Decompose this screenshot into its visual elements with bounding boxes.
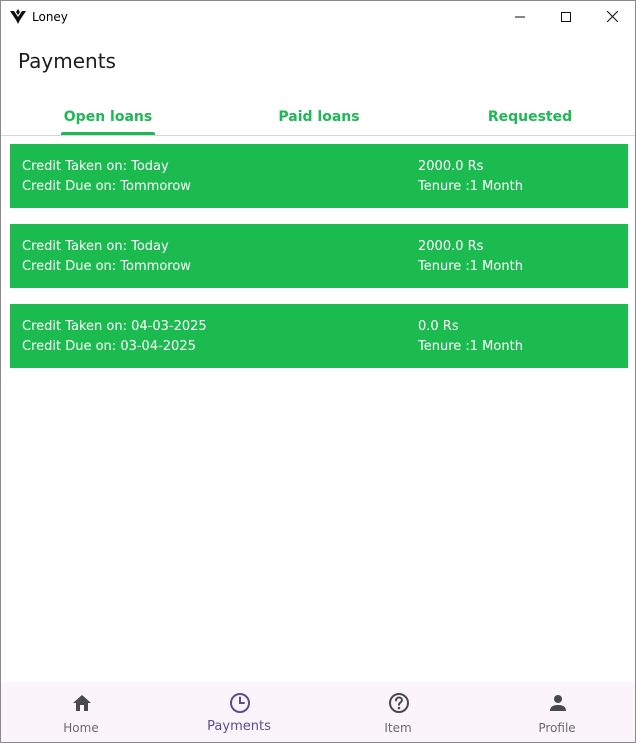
nav-item-payments[interactable]: Payments: [160, 682, 318, 742]
nav-label-home: Home: [63, 721, 99, 735]
app-window: Loney Payments Open loans Paid loans Req…: [0, 0, 636, 743]
person-icon: [547, 692, 569, 714]
loan-card[interactable]: Credit Taken on: Today Credit Due on: To…: [10, 144, 628, 208]
window-controls: [497, 1, 635, 32]
nav-label-item: Item: [384, 721, 412, 735]
nav-item-item[interactable]: Item: [319, 682, 477, 742]
credit-taken-text: Credit Taken on: 04-03-2025: [22, 319, 207, 334]
tab-requested[interactable]: Requested: [481, 98, 579, 135]
loan-list: Credit Taken on: Today Credit Due on: To…: [10, 144, 628, 384]
minimize-button[interactable]: [497, 1, 543, 32]
loan-amount-text: 2000.0 Rs: [418, 239, 484, 254]
loan-amount-text: 0.0 Rs: [418, 319, 459, 334]
loan-tabs: Open loans Paid loans Requested: [1, 98, 635, 136]
window-title: Loney: [32, 9, 68, 24]
home-icon: [71, 692, 93, 714]
nav-label-payments: Payments: [207, 719, 271, 734]
help-circle-icon: [388, 692, 410, 714]
bottom-navigation: Home Payments Item Profile: [1, 682, 635, 742]
nav-item-home[interactable]: Home: [2, 682, 160, 742]
maximize-icon: [561, 11, 571, 22]
app-logo-icon: [10, 8, 26, 24]
loan-tenure-text: Tenure :1 Month: [418, 259, 523, 274]
loan-tenure-text: Tenure :1 Month: [418, 339, 523, 354]
close-icon: [606, 11, 618, 22]
nav-label-profile: Profile: [538, 721, 576, 735]
credit-taken-text: Credit Taken on: Today: [22, 159, 169, 174]
close-button[interactable]: [589, 1, 635, 32]
page-title: Payments: [18, 49, 116, 73]
clock-icon: [229, 692, 251, 714]
loan-tenure-text: Tenure :1 Month: [418, 179, 523, 194]
minimize-icon: [515, 16, 525, 17]
title-bar: Loney: [1, 1, 635, 32]
nav-item-profile[interactable]: Profile: [478, 682, 636, 742]
tab-open-loans[interactable]: Open loans: [61, 98, 155, 135]
maximize-button[interactable]: [543, 1, 589, 32]
loan-card[interactable]: Credit Taken on: Today Credit Due on: To…: [10, 224, 628, 288]
credit-due-text: Credit Due on: Tommorow: [22, 259, 191, 274]
loan-amount-text: 2000.0 Rs: [418, 159, 484, 174]
credit-taken-text: Credit Taken on: Today: [22, 239, 169, 254]
tab-paid-loans[interactable]: Paid loans: [271, 98, 367, 135]
active-tab-indicator: [61, 132, 155, 135]
loan-card[interactable]: Credit Taken on: 04-03-2025 Credit Due o…: [10, 304, 628, 368]
credit-due-text: Credit Due on: 03-04-2025: [22, 339, 196, 354]
credit-due-text: Credit Due on: Tommorow: [22, 179, 191, 194]
